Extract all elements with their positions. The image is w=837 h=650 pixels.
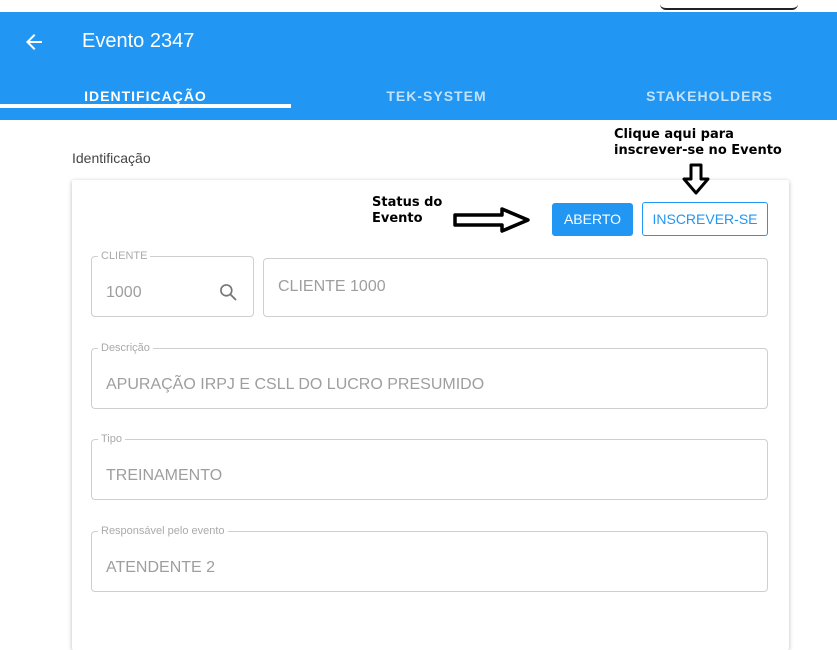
annotation-status: Status do Evento: [372, 195, 442, 227]
arrow-right-annotation-icon: [453, 207, 530, 233]
responsavel-field[interactable]: Responsável pelo evento ATENDENTE 2: [91, 525, 768, 592]
search-icon[interactable]: [218, 282, 238, 302]
tipo-field[interactable]: Tipo TREINAMENTO: [91, 433, 768, 500]
page-title: Evento 2347: [82, 30, 195, 52]
descricao-field[interactable]: Descrição APURAÇÃO IRPJ E CSLL DO LUCRO …: [91, 342, 768, 409]
annotation-click-here: Clique aqui para inscrever-se no Evento: [614, 127, 782, 159]
responsavel-value: ATENDENTE 2: [106, 559, 216, 576]
status-button[interactable]: ABERTO: [552, 203, 633, 236]
cliente-code-value: 1000: [106, 284, 142, 301]
top-pill: [660, 2, 798, 10]
arrow-down-annotation-icon: [682, 163, 710, 195]
annotation-status-line2: Evento: [372, 211, 423, 226]
tipo-label: Tipo: [101, 433, 122, 445]
tab-bar: IDENTIFICAÇÃO TEK-SYSTEM STAKEHOLDERS: [0, 78, 837, 118]
annotation-status-line1: Status do: [372, 195, 443, 210]
tab-tek-system[interactable]: TEK-SYSTEM: [291, 78, 582, 118]
active-tab-indicator: [0, 104, 291, 108]
tipo-value: TREINAMENTO: [106, 467, 223, 484]
annotation-click-line1: Clique aqui para: [614, 127, 734, 142]
annotation-click-line2: inscrever-se no Evento: [614, 143, 782, 158]
descricao-value: APURAÇÃO IRPJ E CSLL DO LUCRO PRESUMIDO: [106, 376, 485, 393]
subscribe-button[interactable]: INSCREVER-SE: [642, 202, 768, 236]
cliente-name-field[interactable]: CLIENTE 1000: [263, 258, 768, 317]
tab-identificacao[interactable]: IDENTIFICAÇÃO: [0, 78, 291, 118]
responsavel-label: Responsável pelo evento: [101, 525, 225, 537]
section-label: Identificação: [72, 150, 151, 166]
descricao-label: Descrição: [101, 342, 150, 354]
top-strip: [0, 0, 837, 12]
tab-stakeholders[interactable]: STAKEHOLDERS: [582, 78, 837, 118]
arrow-left-icon[interactable]: [22, 30, 46, 54]
cliente-name-value: CLIENTE 1000: [278, 278, 386, 295]
cliente-label: CLIENTE: [101, 250, 148, 262]
